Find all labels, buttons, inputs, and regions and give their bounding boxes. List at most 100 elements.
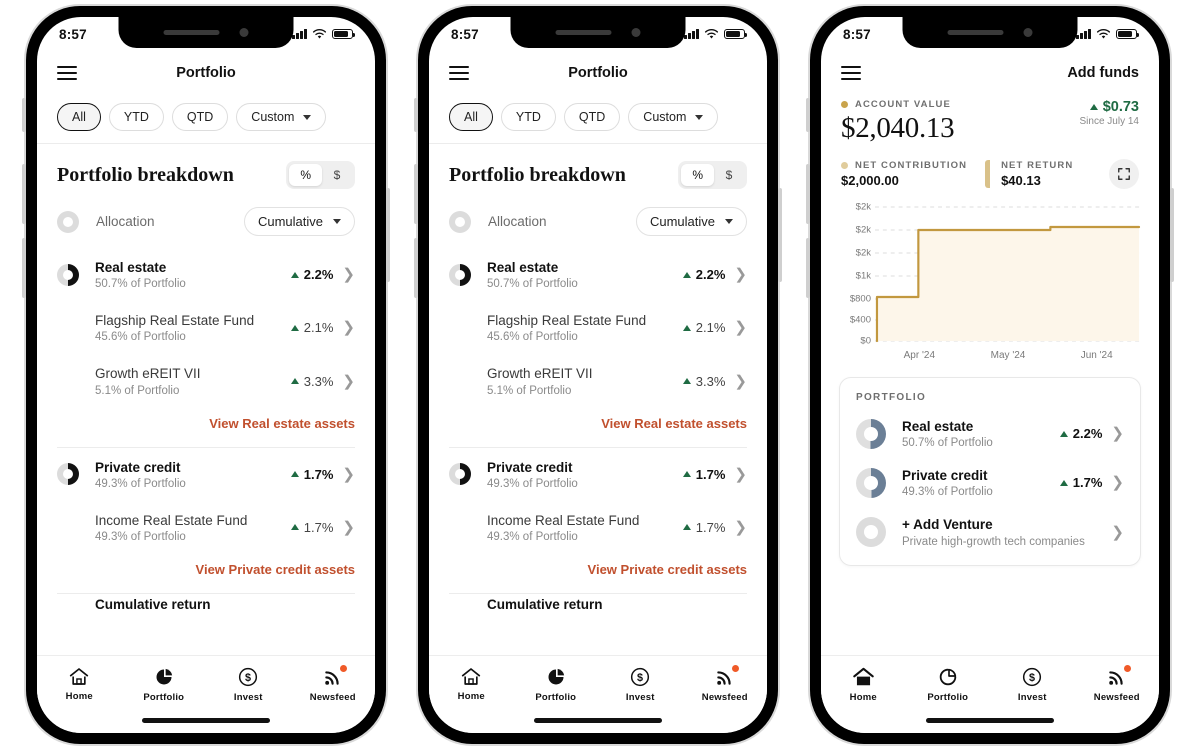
chevron-right-icon[interactable]: ❯	[734, 520, 747, 535]
tab-home[interactable]: Home	[821, 667, 906, 703]
tab-home-label: Home	[849, 692, 877, 703]
tab-invest[interactable]: $ Invest	[206, 667, 291, 703]
chevron-right-icon[interactable]: ❯	[734, 467, 747, 482]
asset-item-flagship[interactable]: Flagship Real Estate Fund 45.6% of Portf…	[37, 301, 375, 354]
home-icon	[70, 668, 89, 685]
tab-newsfeed[interactable]: Newsfeed	[1075, 665, 1160, 703]
earpiece-speaker	[163, 30, 220, 35]
volume-down-button[interactable]	[806, 238, 810, 298]
asset-group-change: 1.7%	[303, 466, 334, 482]
chevron-right-icon[interactable]: ❯	[342, 374, 355, 389]
breakdown-title: Portfolio breakdown	[57, 163, 234, 186]
home-icon	[853, 667, 874, 686]
view-private-credit-assets-link[interactable]: View Private credit assets	[37, 554, 375, 593]
asset-group-private-credit[interactable]: Private credit 49.3% of Portfolio 1.7% ❯	[37, 448, 375, 501]
chevron-right-icon[interactable]: ❯	[734, 267, 747, 282]
hamburger-icon[interactable]	[841, 62, 861, 84]
portfolio-row-private-credit[interactable]: Private credit 49.3% of Portfolio 1.7% ❯	[840, 458, 1140, 507]
dollar-circle-icon: $	[631, 667, 650, 687]
tab-invest[interactable]: $ Invest	[598, 667, 683, 703]
tab-invest[interactable]: $ Invest	[990, 667, 1075, 703]
home-indicator[interactable]	[142, 718, 270, 723]
volume-down-button[interactable]	[22, 238, 26, 298]
unit-toggle-percent[interactable]: %	[681, 164, 714, 186]
account-value: $2,040.13	[841, 112, 955, 144]
chevron-right-icon[interactable]: ❯	[342, 467, 355, 482]
filter-pill-ytd[interactable]: YTD	[108, 103, 164, 131]
volume-up-button[interactable]	[414, 164, 418, 224]
tab-home[interactable]: Home	[37, 667, 122, 702]
metric-net-contribution-label: NET CONTRIBUTION	[855, 160, 968, 171]
portfolio-row-change: 1.7%	[1072, 475, 1103, 491]
chevron-right-icon[interactable]: ❯	[342, 320, 355, 335]
chevron-right-icon[interactable]: ❯	[1111, 525, 1124, 540]
mute-switch[interactable]	[22, 98, 26, 132]
tab-portfolio[interactable]: Portfolio	[906, 667, 991, 703]
chart-plot-area	[875, 201, 1141, 346]
asset-item-growth-ereit[interactable]: Growth eREIT VII 5.1% of Portfolio 3.3% …	[37, 354, 375, 407]
tab-newsfeed[interactable]: Newsfeed	[683, 665, 768, 703]
unit-toggle[interactable]: % $	[286, 161, 355, 189]
portfolio-row-add-venture[interactable]: + Add Venture Private high-growth tech c…	[840, 507, 1140, 556]
phone-screen-2: 8:57 Portfolio All YTD QTD Custom Portfo…	[429, 17, 767, 733]
filter-pill-custom[interactable]: Custom	[628, 103, 719, 131]
asset-group-private-credit[interactable]: Private credit 49.3% of Portfolio 1.7% ❯	[429, 448, 767, 501]
pie-chart-icon	[939, 668, 956, 686]
status-time: 8:57	[843, 26, 871, 42]
volume-up-button[interactable]	[806, 164, 810, 224]
chevron-right-icon[interactable]: ❯	[342, 267, 355, 282]
tab-newsfeed[interactable]: Newsfeed	[291, 665, 376, 703]
filter-pill-all[interactable]: All	[57, 103, 101, 131]
asset-item-income-fund[interactable]: Income Real Estate Fund 49.3% of Portfol…	[429, 501, 767, 554]
view-real-estate-assets-link[interactable]: View Real estate assets	[429, 408, 767, 447]
chevron-right-icon[interactable]: ❯	[1111, 475, 1124, 490]
clipped-row[interactable]: Cumulative return	[429, 594, 767, 616]
unit-toggle-percent[interactable]: %	[289, 164, 322, 186]
home-indicator[interactable]	[534, 718, 662, 723]
clipped-row[interactable]: Cumulative return	[37, 594, 375, 616]
account-value-chart[interactable]: $2k $2k $2k $1k $800 $400 $0 Apr '24 May…	[821, 189, 1159, 363]
asset-item-growth-ereit[interactable]: Growth eREIT VII 5.1% of Portfolio 3.3% …	[429, 354, 767, 407]
donut-icon-private-credit	[856, 467, 886, 498]
portfolio-row-real-estate[interactable]: Real estate 50.7% of Portfolio 2.2% ❯	[840, 409, 1140, 458]
chevron-right-icon[interactable]: ❯	[734, 374, 747, 389]
power-button[interactable]	[386, 188, 390, 282]
volume-up-button[interactable]	[22, 164, 26, 224]
view-private-credit-assets-link[interactable]: View Private credit assets	[429, 554, 767, 593]
power-button[interactable]	[778, 188, 782, 282]
filter-pill-ytd[interactable]: YTD	[500, 103, 556, 131]
filter-pill-qtd[interactable]: QTD	[563, 103, 621, 131]
y-tick: $0	[860, 335, 871, 347]
mute-switch[interactable]	[414, 98, 418, 132]
asset-group-real-estate[interactable]: Real estate 50.7% of Portfolio 2.2% ❯	[429, 248, 767, 301]
chevron-right-icon[interactable]: ❯	[734, 320, 747, 335]
filter-pill-qtd[interactable]: QTD	[171, 103, 229, 131]
volume-down-button[interactable]	[414, 238, 418, 298]
portfolio-card: PORTFOLIO Real estate 50.7% of Portfolio…	[839, 377, 1141, 566]
y-tick: $400	[849, 314, 871, 326]
tab-portfolio[interactable]: Portfolio	[514, 667, 599, 703]
x-tick: Apr '24	[903, 350, 936, 361]
mute-switch[interactable]	[806, 98, 810, 132]
asset-item-income-fund[interactable]: Income Real Estate Fund 49.3% of Portfol…	[37, 501, 375, 554]
unit-toggle-dollar[interactable]: $	[714, 164, 744, 186]
unit-toggle-dollar[interactable]: $	[322, 164, 352, 186]
unit-toggle[interactable]: % $	[678, 161, 747, 189]
mode-select-cumulative[interactable]: Cumulative	[635, 207, 747, 236]
tab-portfolio[interactable]: Portfolio	[122, 667, 207, 703]
asset-item-flagship[interactable]: Flagship Real Estate Fund 45.6% of Portf…	[429, 301, 767, 354]
asset-group-real-estate[interactable]: Real estate 50.7% of Portfolio 2.2% ❯	[37, 248, 375, 301]
chevron-right-icon[interactable]: ❯	[342, 520, 355, 535]
power-button[interactable]	[1170, 188, 1174, 282]
expand-icon[interactable]	[1109, 159, 1139, 189]
add-funds-button[interactable]: Add funds	[1067, 65, 1139, 81]
view-real-estate-assets-link[interactable]: View Real estate assets	[37, 408, 375, 447]
x-tick: May '24	[990, 350, 1026, 361]
tab-home[interactable]: Home	[429, 667, 514, 702]
chevron-right-icon[interactable]: ❯	[1111, 426, 1124, 441]
y-tick: $1k	[855, 270, 871, 282]
mode-select-cumulative[interactable]: Cumulative	[243, 207, 355, 236]
home-indicator[interactable]	[926, 718, 1054, 723]
filter-pill-custom[interactable]: Custom	[236, 103, 327, 131]
filter-pill-all[interactable]: All	[449, 103, 493, 131]
